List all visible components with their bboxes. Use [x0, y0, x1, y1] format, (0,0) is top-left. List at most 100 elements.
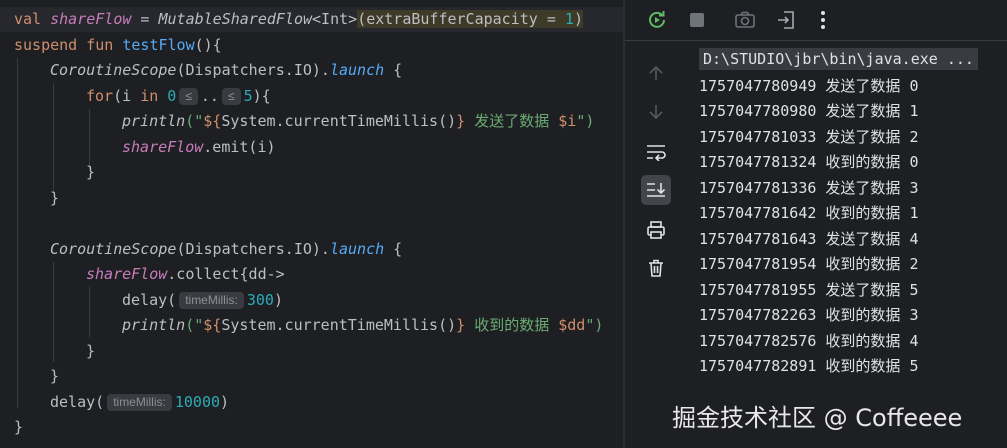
code-line-8[interactable]: }: [50, 186, 59, 211]
class-name: CoroutineScope: [50, 240, 177, 258]
code-text: ): [220, 393, 230, 411]
function-name: delay(: [122, 291, 177, 309]
scroll-to-end-icon[interactable]: [641, 175, 671, 205]
code-text: =: [131, 10, 159, 28]
inlay-hint: ≤: [221, 88, 241, 105]
property-name: shareFlow: [50, 10, 132, 28]
number-literal: 1: [564, 10, 574, 28]
code-text: (i: [113, 87, 141, 105]
indent-guide: [17, 58, 18, 408]
print-icon[interactable]: [641, 215, 671, 245]
template-brace: }: [456, 112, 466, 130]
keyword: val: [14, 10, 51, 28]
template-brace: ${: [203, 112, 222, 130]
code-text: System.currentTimeMillis(): [221, 112, 457, 130]
code-line-13[interactable]: println("${System.currentTimeMillis()} 收…: [122, 313, 603, 338]
console-line: 1757047781033 发送了数据 2: [699, 128, 919, 146]
number-literal: 5: [243, 87, 253, 105]
code-line-6[interactable]: shareFlow.emit(i): [122, 135, 276, 160]
string-literal: 发送了数据: [465, 112, 559, 130]
template-brace: ${: [203, 316, 222, 334]
code-line-15[interactable]: }: [50, 364, 59, 389]
code-text: ): [273, 291, 283, 309]
function-name: println: [122, 316, 186, 334]
property-name: shareFlow: [86, 265, 168, 283]
indent-guide: [89, 287, 90, 337]
code-text: (Dispatchers.IO).: [176, 61, 330, 79]
property-name: shareFlow: [122, 138, 204, 156]
string-literal: (": [185, 112, 204, 130]
console-sidebar: [625, 41, 685, 448]
code-text: (){: [194, 36, 222, 54]
template-variable: $dd: [558, 316, 586, 334]
inlay-hint: timeMillis:: [179, 292, 244, 309]
code-line-12[interactable]: delay(timeMillis: 300): [122, 288, 283, 313]
console-line: 1757047780949 发送了数据 0: [699, 77, 919, 95]
keyword: suspend fun: [14, 36, 123, 54]
code-text: ..: [200, 87, 219, 105]
trash-icon[interactable]: [641, 253, 671, 283]
code-line-7[interactable]: }: [86, 160, 95, 185]
indent-guide: [53, 83, 54, 193]
code-line-1[interactable]: val shareFlow = MutableSharedFlow<Int>(e…: [14, 7, 583, 32]
string-literal: "): [585, 316, 604, 334]
console-line: 1757047781954 收到的数据 2: [699, 255, 919, 273]
bracket-highlight: (: [357, 10, 367, 28]
number-literal: 300: [246, 291, 274, 309]
stop-icon[interactable]: [683, 6, 711, 34]
indent-guide: [53, 262, 54, 362]
console-line: 1757047782891 收到的数据 5: [699, 357, 919, 375]
code-editor[interactable]: val shareFlow = MutableSharedFlow<Int>(e…: [0, 0, 623, 448]
function-name: println: [122, 112, 186, 130]
arrow-up-icon[interactable]: [641, 58, 671, 88]
function-name: testFlow: [122, 36, 195, 54]
parameter-text: extraBufferCapacity =: [366, 10, 565, 28]
code-line-4[interactable]: for(i in 0 ≤.. ≤5){: [86, 84, 271, 109]
code-text: {: [384, 240, 403, 258]
run-tool-window: D:\STUDIO\jbr\bin\java.exe ... 175704778…: [625, 0, 1007, 448]
code-text: .collect{dd->: [167, 265, 285, 283]
arrow-down-icon[interactable]: [641, 97, 671, 127]
more-icon[interactable]: [809, 6, 837, 34]
code-line-3[interactable]: CoroutineScope(Dispatchers.IO).launch {: [50, 58, 402, 83]
code-line-16[interactable]: delay(timeMillis: 10000): [50, 390, 229, 415]
class-name: MutableSharedFlow: [158, 10, 313, 28]
console-line: 1757047781324 收到的数据 0: [699, 153, 919, 171]
console-line: 1757047782576 收到的数据 4: [699, 332, 919, 350]
console-line: 1757047781643 发送了数据 4: [699, 230, 919, 248]
inlay-hint: ≤: [179, 88, 198, 105]
number-literal: 10000: [174, 393, 221, 411]
code-text: {: [384, 61, 403, 79]
inlay-hint: timeMillis:: [107, 394, 172, 411]
console-line: 1757047781955 发送了数据 5: [699, 281, 919, 299]
code-line-11[interactable]: shareFlow.collect{dd->: [86, 262, 285, 287]
function-name: delay(: [50, 393, 105, 411]
run-toolbar: [625, 0, 1007, 41]
string-literal: "): [576, 112, 595, 130]
code-text: (Dispatchers.IO).: [176, 240, 330, 258]
code-line-14[interactable]: }: [86, 339, 95, 364]
code-line-10[interactable]: CoroutineScope(Dispatchers.IO).launch {: [50, 237, 402, 262]
console-line: 1757047782263 收到的数据 3: [699, 306, 919, 324]
watermark: 掘金技术社区 @ Coffeeee: [672, 404, 963, 432]
code-text: ){: [252, 87, 271, 105]
number-literal: 0: [167, 87, 177, 105]
run-command-line[interactable]: D:\STUDIO\jbr\bin\java.exe ...: [699, 48, 978, 70]
template-variable: $i: [558, 112, 577, 130]
keyword: in: [140, 87, 168, 105]
class-name: CoroutineScope: [50, 61, 177, 79]
code-line-5[interactable]: println("${System.currentTimeMillis()} 发…: [122, 109, 594, 134]
exit-icon[interactable]: [772, 6, 800, 34]
code-line-17[interactable]: }: [14, 415, 23, 440]
console-line: 1757047781642 收到的数据 1: [699, 204, 919, 222]
bracket-highlight: ): [573, 10, 583, 28]
camera-icon[interactable]: [731, 6, 759, 34]
code-line-2[interactable]: suspend fun testFlow(){: [14, 33, 222, 58]
soft-wrap-icon[interactable]: [641, 137, 671, 167]
function-name: launch: [329, 61, 385, 79]
console-line: 1757047780980 发送了数据 1: [699, 102, 919, 120]
string-literal: (": [185, 316, 204, 334]
code-text: .emit(i): [203, 138, 276, 156]
template-brace: }: [456, 316, 466, 334]
rerun-icon[interactable]: [643, 6, 671, 34]
